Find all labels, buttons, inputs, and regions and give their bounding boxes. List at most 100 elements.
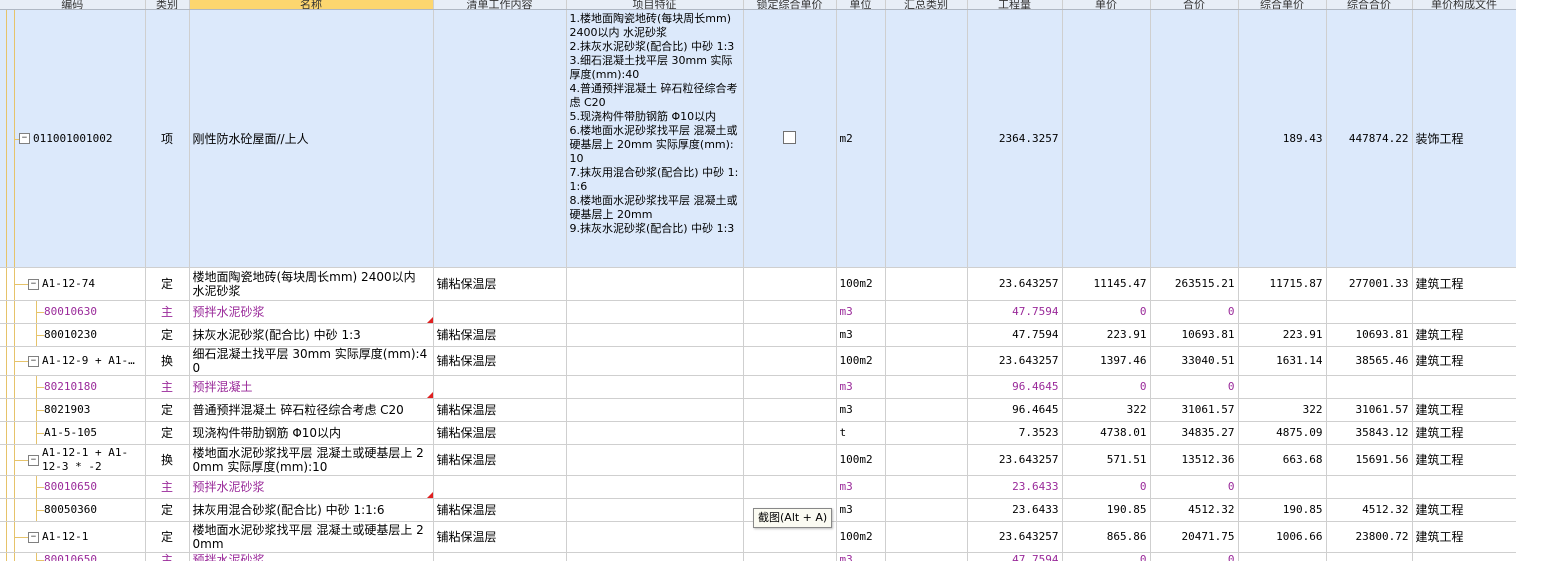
row-comp-price[interactable]: 663.68	[1238, 444, 1327, 476]
row-type[interactable]: 定	[145, 267, 190, 301]
row-comp-total[interactable]: 31061.57	[1326, 398, 1413, 422]
header-qty[interactable]: 工程量	[967, 0, 1063, 10]
row-file[interactable]: 建筑工程	[1412, 346, 1516, 376]
header-price[interactable]: 单价	[1062, 0, 1151, 10]
row-comp-total[interactable]	[1326, 300, 1413, 324]
row-unit[interactable]: 100m2	[836, 444, 886, 476]
row-comp-total[interactable]: 38565.46	[1326, 346, 1413, 376]
row-qty[interactable]: 23.643257	[967, 346, 1063, 376]
row-price[interactable]: 865.86	[1062, 521, 1151, 553]
row-code-cell[interactable]: A1-5-105	[0, 421, 146, 445]
row-total[interactable]: 0	[1150, 475, 1239, 499]
row-name[interactable]: 普通预拌混凝土 碎石粒径综合考虑 C20	[189, 398, 434, 422]
row-comp-total[interactable]	[1326, 552, 1413, 561]
row-comp-total[interactable]	[1326, 475, 1413, 499]
row-summary[interactable]	[885, 421, 968, 445]
row-work[interactable]: 铺粘保温层	[433, 267, 567, 301]
row-price[interactable]: 571.51	[1062, 444, 1151, 476]
row-comp-price[interactable]: 223.91	[1238, 323, 1327, 347]
row-work[interactable]: 铺粘保温层	[433, 444, 567, 476]
row-lock[interactable]	[743, 475, 837, 499]
row-name[interactable]: 预拌水泥砂浆	[189, 475, 434, 499]
row-summary[interactable]	[885, 346, 968, 376]
row-summary[interactable]	[885, 475, 968, 499]
header-lock[interactable]: 锁定综合单价	[743, 0, 837, 10]
table-row[interactable]: 80010650 主预拌水泥砂浆 m3 47.7594 0 0	[0, 552, 1516, 561]
row-comp-total[interactable]	[1326, 375, 1413, 399]
row-summary[interactable]	[885, 375, 968, 399]
row-type[interactable]: 定	[145, 521, 190, 553]
row-features[interactable]	[566, 398, 744, 422]
row-comp-price[interactable]	[1238, 552, 1327, 561]
row-price[interactable]: 322	[1062, 398, 1151, 422]
row-total[interactable]: 33040.51	[1150, 346, 1239, 376]
row-features[interactable]	[566, 300, 744, 324]
row-lock[interactable]	[743, 300, 837, 324]
item-price[interactable]	[1062, 9, 1151, 268]
row-type[interactable]: 定	[145, 323, 190, 347]
row-comp-price[interactable]: 11715.87	[1238, 267, 1327, 301]
row-code-cell[interactable]: 80010630	[0, 300, 146, 324]
header-comp-total[interactable]: 综合合价	[1326, 0, 1413, 10]
row-comp-total[interactable]: 10693.81	[1326, 323, 1413, 347]
row-unit[interactable]: m3	[836, 398, 886, 422]
row-type[interactable]: 换	[145, 444, 190, 476]
row-qty[interactable]: 23.643257	[967, 267, 1063, 301]
row-name[interactable]: 抹灰用混合砂浆(配合比) 中砂 1:1:6	[189, 498, 434, 522]
row-file[interactable]	[1412, 475, 1516, 499]
row-qty[interactable]: 96.4645	[967, 398, 1063, 422]
row-summary[interactable]	[885, 398, 968, 422]
row-comp-total[interactable]: 277001.33	[1326, 267, 1413, 301]
table-row[interactable]: 80010230 定抹灰水泥砂浆(配合比) 中砂 1:3 铺粘保温层 m3 47.759…	[0, 323, 1516, 347]
row-lock[interactable]	[743, 421, 837, 445]
header-features[interactable]: 项目特征	[566, 0, 744, 10]
row-file[interactable]: 建筑工程	[1412, 267, 1516, 301]
row-qty[interactable]: 47.7594	[967, 552, 1063, 561]
row-summary[interactable]	[885, 267, 968, 301]
row-work[interactable]	[433, 300, 567, 324]
row-name[interactable]: 楼地面水泥砂浆找平层 混凝土或硬基层上 20mm	[189, 521, 434, 553]
row-code-cell[interactable]: 80010650	[0, 552, 146, 561]
item-comp-total[interactable]: 447874.22	[1326, 9, 1413, 268]
row-total[interactable]: 31061.57	[1150, 398, 1239, 422]
row-type[interactable]: 定	[145, 398, 190, 422]
row-name[interactable]: 现浇构件带肋钢筋 Φ10以内	[189, 421, 434, 445]
lock-price-cell[interactable]	[743, 9, 837, 268]
collapse-icon[interactable]: −	[28, 355, 39, 367]
row-comp-price[interactable]: 1006.66	[1238, 521, 1327, 553]
item-features[interactable]: 1.楼地面陶瓷地砖(每块周长mm) 2400以内 水泥砂浆 2.抹灰水泥砂浆(配…	[566, 9, 744, 268]
row-name[interactable]: 细石混凝土找平层 30mm 实际厚度(mm):40	[189, 346, 434, 376]
row-work[interactable]	[433, 475, 567, 499]
row-work[interactable]: 铺粘保温层	[433, 323, 567, 347]
collapse-icon[interactable]: −	[28, 531, 39, 543]
row-work[interactable]: 铺粘保温层	[433, 521, 567, 553]
row-code-cell[interactable]: 80050360	[0, 498, 146, 522]
row-summary[interactable]	[885, 521, 968, 553]
row-summary[interactable]	[885, 323, 968, 347]
row-name[interactable]: 预拌水泥砂浆	[189, 552, 434, 561]
row-name[interactable]: 预拌水泥砂浆	[189, 300, 434, 324]
row-type[interactable]: 定	[145, 498, 190, 522]
row-features[interactable]	[566, 323, 744, 347]
row-work[interactable]: 铺粘保温层	[433, 498, 567, 522]
row-features[interactable]	[566, 346, 744, 376]
row-unit[interactable]: m3	[836, 475, 886, 499]
row-summary[interactable]	[885, 444, 968, 476]
row-type[interactable]: 定	[145, 421, 190, 445]
table-row[interactable]: 8021903 定普通预拌混凝土 碎石粒径综合考虑 C20 铺粘保温层 m3 96.46…	[0, 398, 1516, 422]
row-lock[interactable]	[743, 552, 837, 561]
table-row[interactable]: − A1-12-9 + A1-… 换细石混凝土找平层 30mm 实际厚度(mm):4…	[0, 346, 1516, 376]
bill-item-row[interactable]: −011001001002 项 刚性防水砼屋面//上人 1.楼地面陶瓷地砖(每块…	[0, 9, 1516, 268]
row-unit[interactable]: m3	[836, 323, 886, 347]
row-qty[interactable]: 7.3523	[967, 421, 1063, 445]
row-file[interactable]: 建筑工程	[1412, 323, 1516, 347]
row-total[interactable]: 4512.32	[1150, 498, 1239, 522]
header-total[interactable]: 合价	[1150, 0, 1239, 10]
row-type[interactable]: 主	[145, 375, 190, 399]
row-name[interactable]: 预拌混凝土	[189, 375, 434, 399]
row-price[interactable]: 223.91	[1062, 323, 1151, 347]
item-name[interactable]: 刚性防水砼屋面//上人	[189, 9, 434, 268]
row-price[interactable]: 0	[1062, 552, 1151, 561]
row-unit[interactable]: m3	[836, 498, 886, 522]
table-row[interactable]: 80010630 主预拌水泥砂浆 m3 47.7594 0 0	[0, 300, 1516, 324]
